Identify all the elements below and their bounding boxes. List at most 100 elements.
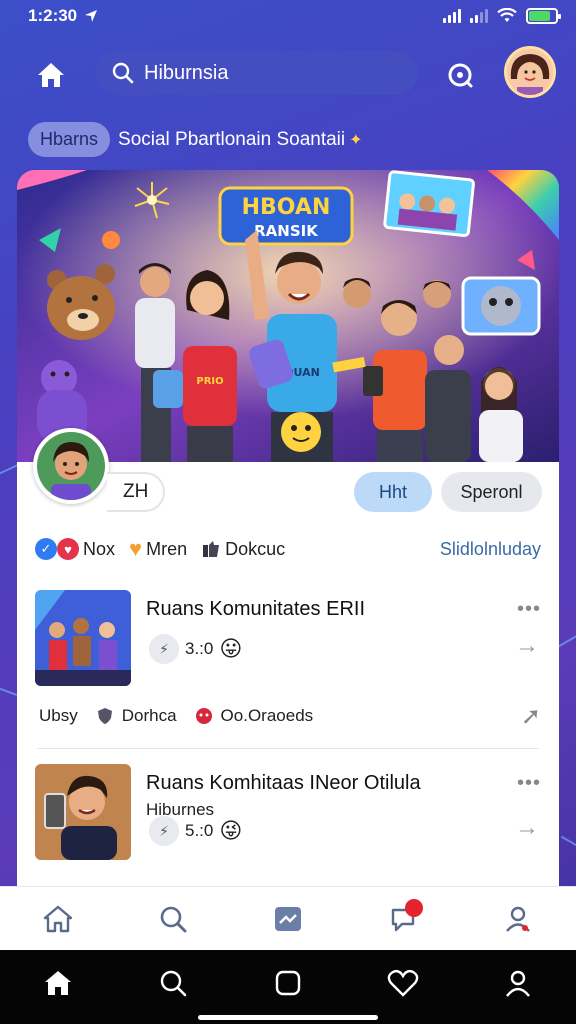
community-title: Social Pbartlonain Soantaii ✦ (118, 129, 363, 151)
post-title[interactable]: Ruans Komunitates ERII (146, 598, 365, 621)
member-chip[interactable]: ZH (107, 472, 165, 512)
reaction-label-1: Nox (83, 538, 116, 559)
logo-line1: HBOAN (242, 195, 331, 220)
post-meta-count: 5.:0 (185, 821, 214, 840)
nav-notifications[interactable] (379, 895, 427, 943)
sys-home[interactable] (34, 959, 82, 1007)
photo-card (383, 170, 475, 238)
post-actions-row: Ubsy Dorhca Oo.Oraoeds ➚ (39, 702, 541, 730)
community-title-row: Hbarns Social Pbartlonain Soantaii ✦ (28, 122, 363, 157)
share-arrow-icon[interactable]: → (515, 814, 539, 842)
more-options-icon[interactable]: ••• (517, 598, 541, 621)
sys-overview[interactable] (264, 959, 312, 1007)
status-bar: 1:2:30 (0, 0, 576, 34)
decor-streak (0, 685, 18, 697)
bell-search-icon (448, 63, 473, 88)
post-thumbnail[interactable] (35, 764, 131, 860)
signal-icon (443, 9, 461, 23)
share-button[interactable]: Speronl (441, 472, 542, 512)
red-sticker-icon (193, 705, 215, 727)
logo-line2: RANSIK (254, 222, 319, 240)
home-button[interactable] (30, 54, 72, 96)
reaction-label-2: Mren (146, 538, 188, 559)
bolt-icon[interactable]: ⚡ (149, 634, 179, 664)
post-thumbnail[interactable] (35, 590, 131, 686)
community-title-text: Social Pbartlonain Soantaii (118, 128, 346, 150)
reaction-label-3: Dokcuc (225, 538, 286, 559)
notification-button[interactable] (440, 55, 480, 95)
post-title[interactable]: Ruans Komhitaas INeor Otilula (146, 772, 421, 795)
emoji-tongue-icon: 😛 (219, 636, 243, 661)
thumbs-icon (203, 541, 220, 557)
profile-face-icon (37, 432, 105, 500)
battery-icon (526, 8, 561, 24)
more-options-icon[interactable]: ••• (517, 772, 541, 795)
notification-badge (405, 898, 424, 917)
app-bottom-nav (0, 886, 576, 950)
community-banner: HBOAN RANSIK PRIO OUAN (17, 170, 559, 462)
user-icon (506, 970, 531, 997)
home-icon (44, 971, 71, 995)
search-icon (112, 62, 134, 84)
post-item[interactable]: Ruans Komunitates ERII ⚡ 3.:0 😛 ••• → (35, 590, 541, 690)
divider (37, 748, 539, 749)
post-image (35, 764, 131, 860)
bolt-icon[interactable]: ⚡ (149, 816, 179, 846)
status-time-text: 1:2:30 (28, 6, 78, 25)
search-input[interactable] (144, 61, 384, 85)
orange-heart-icon: ♥ (129, 536, 143, 561)
nav-profile[interactable] (494, 895, 542, 943)
reaction-group-1[interactable]: ✓ ♥ Nox (35, 538, 115, 560)
sys-favorites[interactable] (379, 959, 427, 1007)
reactions-row: ✓ ♥ Nox ♥ Mren Dokcuc Slidlolnluday (35, 535, 541, 563)
home-icon (38, 63, 64, 87)
user-avatar[interactable] (504, 46, 556, 98)
search-icon (160, 906, 187, 932)
check-icon: ✓ (35, 538, 57, 560)
event-logo: HBOAN RANSIK (218, 186, 354, 246)
reaction-group-3[interactable]: Dokcuc (201, 539, 285, 560)
nav-search[interactable] (149, 895, 197, 943)
heart-icon (387, 969, 419, 997)
sys-profile[interactable] (494, 959, 542, 1007)
see-all-link[interactable]: Slidlolnluday (440, 539, 541, 560)
shirt-text: PRIO (196, 376, 223, 387)
decor-streak (557, 634, 576, 648)
wifi-icon (497, 8, 517, 22)
decor-streak (560, 835, 576, 847)
system-nav-bar (0, 950, 576, 1024)
signal-secondary-icon (470, 9, 488, 23)
join-button[interactable]: Hht (354, 472, 432, 512)
status-indicators (443, 8, 561, 24)
sys-search[interactable] (149, 959, 197, 1007)
sparkle-icon: ✦ (349, 131, 363, 149)
community-tag[interactable]: Hbarns (28, 122, 111, 157)
post-meta: ⚡ 5.:0 😜 (149, 816, 242, 846)
inbox-icon (274, 906, 301, 931)
avatar-face-icon (507, 49, 553, 95)
community-card: HBOAN RANSIK PRIO OUAN ZH Hht Speronl ✓ … (17, 170, 559, 910)
home-indicator[interactable] (198, 1015, 378, 1020)
nav-home[interactable] (34, 895, 82, 943)
emoji-wink-icon: 😜 (219, 818, 243, 843)
forward-arrow-icon[interactable]: ➚ (521, 702, 541, 731)
heart-reaction-icon: ♥ (57, 538, 79, 560)
home-icon (43, 905, 72, 932)
share-arrow-icon[interactable]: → (515, 632, 539, 660)
location-arrow-icon (85, 10, 98, 22)
shield-icon (94, 705, 116, 727)
action-label-2[interactable]: Dorhca (122, 706, 177, 726)
community-avatar[interactable] (33, 428, 109, 504)
post-item[interactable]: Ruans Komhitaas INeor Otilula Hiburnes ⚡… (35, 764, 541, 864)
nav-messages[interactable] (264, 895, 312, 943)
search-bar[interactable] (96, 51, 418, 95)
top-header (0, 46, 576, 100)
square-icon (275, 970, 301, 996)
post-meta: ⚡ 3.:0 😛 (149, 634, 242, 664)
action-label-3[interactable]: Oo.Oraoeds (221, 706, 314, 726)
action-label-1[interactable]: Ubsy (39, 706, 78, 726)
search-icon (160, 970, 187, 997)
post-image (35, 590, 131, 686)
user-icon (506, 906, 531, 932)
reaction-group-2[interactable]: ♥ Mren (129, 536, 187, 562)
